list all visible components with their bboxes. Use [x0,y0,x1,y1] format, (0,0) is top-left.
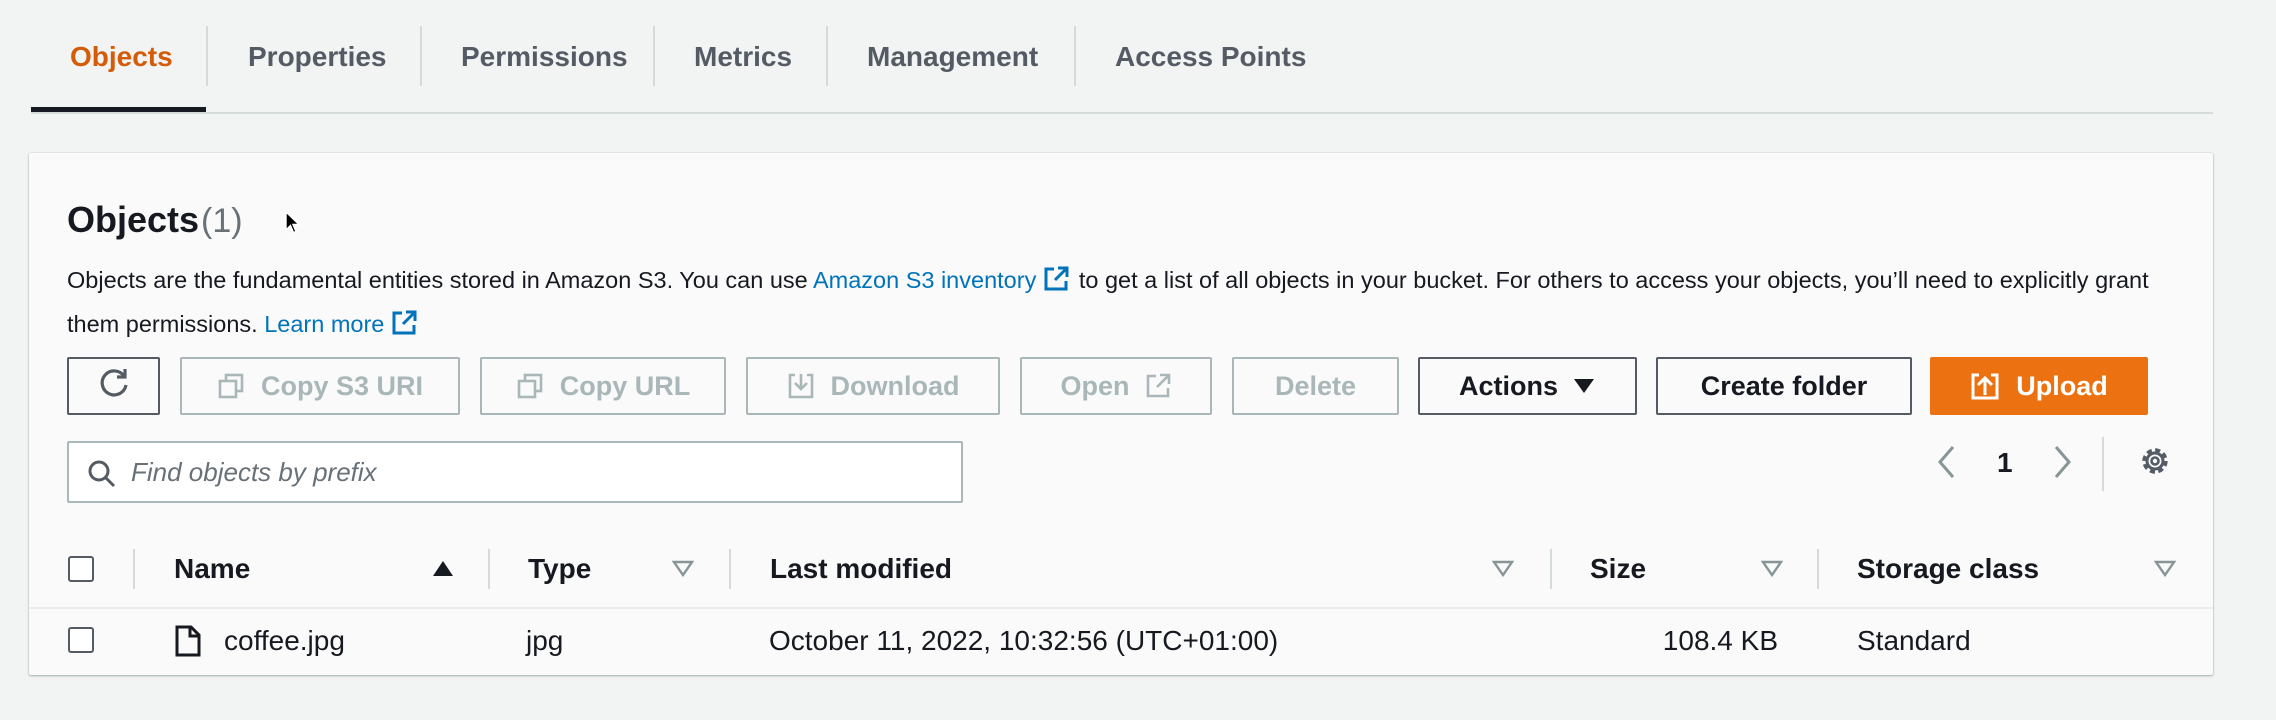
table-row[interactable]: coffee.jpg jpg October 11, 2022, 10:32:5… [29,609,2213,673]
copy-s3-uri-label: Copy S3 URI [260,370,424,401]
column-header-name[interactable]: Name [174,529,250,609]
column-divider [1817,549,1819,589]
tab-permissions[interactable]: Permissions [461,0,628,114]
refresh-button[interactable] [67,357,160,415]
s3-inventory-link[interactable]: Amazon S3 inventory [813,267,1036,293]
column-header-size[interactable]: Size [1590,529,1646,609]
copy-url-label: Copy URL [559,370,691,401]
actions-label: Actions [1458,370,1558,401]
copy-icon [217,372,245,400]
sort-icon[interactable] [1491,559,1515,584]
external-link-icon[interactable] [1042,265,1070,305]
object-name-link[interactable]: coffee.jpg [224,609,345,673]
tab-divider [653,26,655,86]
search-box[interactable] [67,441,963,503]
description-text: Objects are the fundamental entities sto… [67,267,813,293]
mouse-cursor-icon [285,210,301,240]
open-label: Open [1060,370,1130,401]
file-icon [174,609,202,673]
download-button[interactable]: Download [746,357,1000,415]
current-page-number[interactable]: 1 [1997,447,2013,479]
row-checkbox[interactable] [68,627,94,653]
sort-ascending-icon[interactable] [432,559,454,584]
copy-url-button[interactable]: Copy URL [480,357,726,415]
sort-icon[interactable] [671,559,695,584]
actions-dropdown[interactable]: Actions [1418,357,1637,415]
column-divider [729,549,731,589]
object-type: jpg [526,625,564,656]
table-header: Name Type Last modified Size Storage cla… [29,529,2213,609]
column-divider [133,549,135,589]
tab-properties[interactable]: Properties [248,0,387,114]
tab-bar: Objects Properties Permissions Metrics M… [31,0,2213,114]
gear-icon[interactable] [2137,443,2173,484]
tab-access-points[interactable]: Access Points [1115,0,1306,114]
object-last-modified: October 11, 2022, 10:32:56 (UTC+01:00) [769,625,1279,656]
column-header-last-modified[interactable]: Last modified [770,529,952,609]
tab-divider [1074,26,1076,86]
tab-divider [826,26,828,86]
chevron-left-icon[interactable] [1935,443,1959,486]
delete-button[interactable]: Delete [1232,357,1399,415]
learn-more-link[interactable]: Learn more [264,311,384,337]
select-all-checkbox[interactable] [68,556,94,582]
delete-label: Delete [1274,370,1357,401]
download-icon [787,372,815,400]
sort-icon[interactable] [1760,559,1784,584]
column-divider [1550,549,1552,589]
column-header-type[interactable]: Type [528,529,591,609]
copy-icon [516,372,544,400]
copy-s3-uri-button[interactable]: Copy S3 URI [180,357,460,415]
search-input[interactable] [131,443,951,501]
sort-icon[interactable] [2153,559,2177,584]
refresh-icon [97,366,131,407]
chevron-right-icon[interactable] [2050,443,2074,486]
create-folder-button[interactable]: Create folder [1656,357,1912,415]
external-link-icon [1144,372,1172,400]
pager-divider [2102,437,2104,491]
tab-divider [206,26,208,86]
tab-divider [420,26,422,86]
open-button[interactable]: Open [1020,357,1212,415]
object-size: 108.4 KB [1662,625,1778,656]
column-header-storage-class[interactable]: Storage class [1857,529,2039,609]
upload-button[interactable]: Upload [1930,357,2148,415]
upload-icon [1970,371,2000,401]
caret-down-icon [1572,376,1596,396]
tab-metrics[interactable]: Metrics [694,0,792,114]
external-link-icon[interactable] [390,309,418,349]
upload-label: Upload [2016,370,2108,401]
panel-description: Objects are the fundamental entities sto… [67,261,2177,349]
object-count: (1) [201,202,243,240]
search-icon [87,459,117,494]
download-label: Download [830,370,960,401]
tab-objects[interactable]: Objects [70,0,173,114]
objects-panel: Objects (1) Objects are the fundamental … [29,153,2213,675]
panel-title: Objects [67,199,200,240]
column-divider [488,549,490,589]
tab-management[interactable]: Management [867,0,1038,114]
active-tab-indicator [31,107,206,112]
object-storage-class: Standard [1857,625,1971,656]
create-folder-label: Create folder [1700,370,1868,401]
